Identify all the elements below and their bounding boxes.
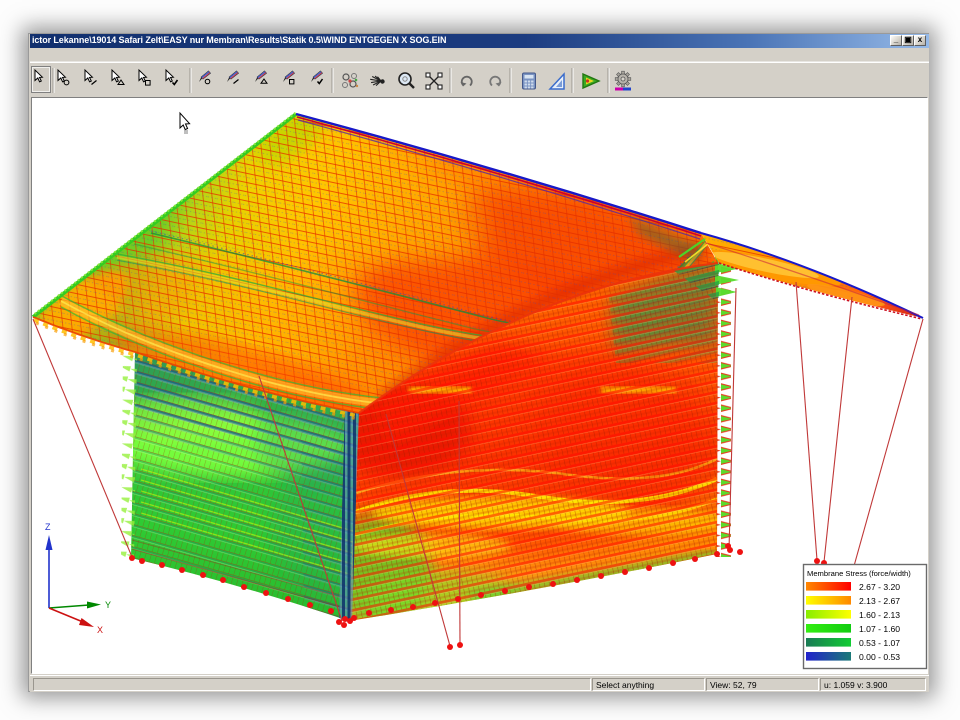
svg-text:Y: Y	[105, 600, 111, 610]
svg-text:1.60 - 2.13: 1.60 - 2.13	[859, 610, 900, 620]
svg-text:0.00 - 0.53: 0.00 - 0.53	[859, 652, 900, 662]
svg-text:0.53 - 1.07: 0.53 - 1.07	[859, 638, 900, 648]
svg-text:X: X	[97, 625, 103, 635]
svg-text:Z: Z	[45, 522, 51, 532]
svg-text:1.07 - 1.60: 1.07 - 1.60	[859, 624, 900, 634]
svg-text:Membrane Stress (force/width): Membrane Stress (force/width)	[807, 569, 911, 578]
svg-text:2.13 - 2.67: 2.13 - 2.67	[859, 596, 900, 606]
svg-text:2.67 - 3.20: 2.67 - 3.20	[859, 582, 900, 592]
